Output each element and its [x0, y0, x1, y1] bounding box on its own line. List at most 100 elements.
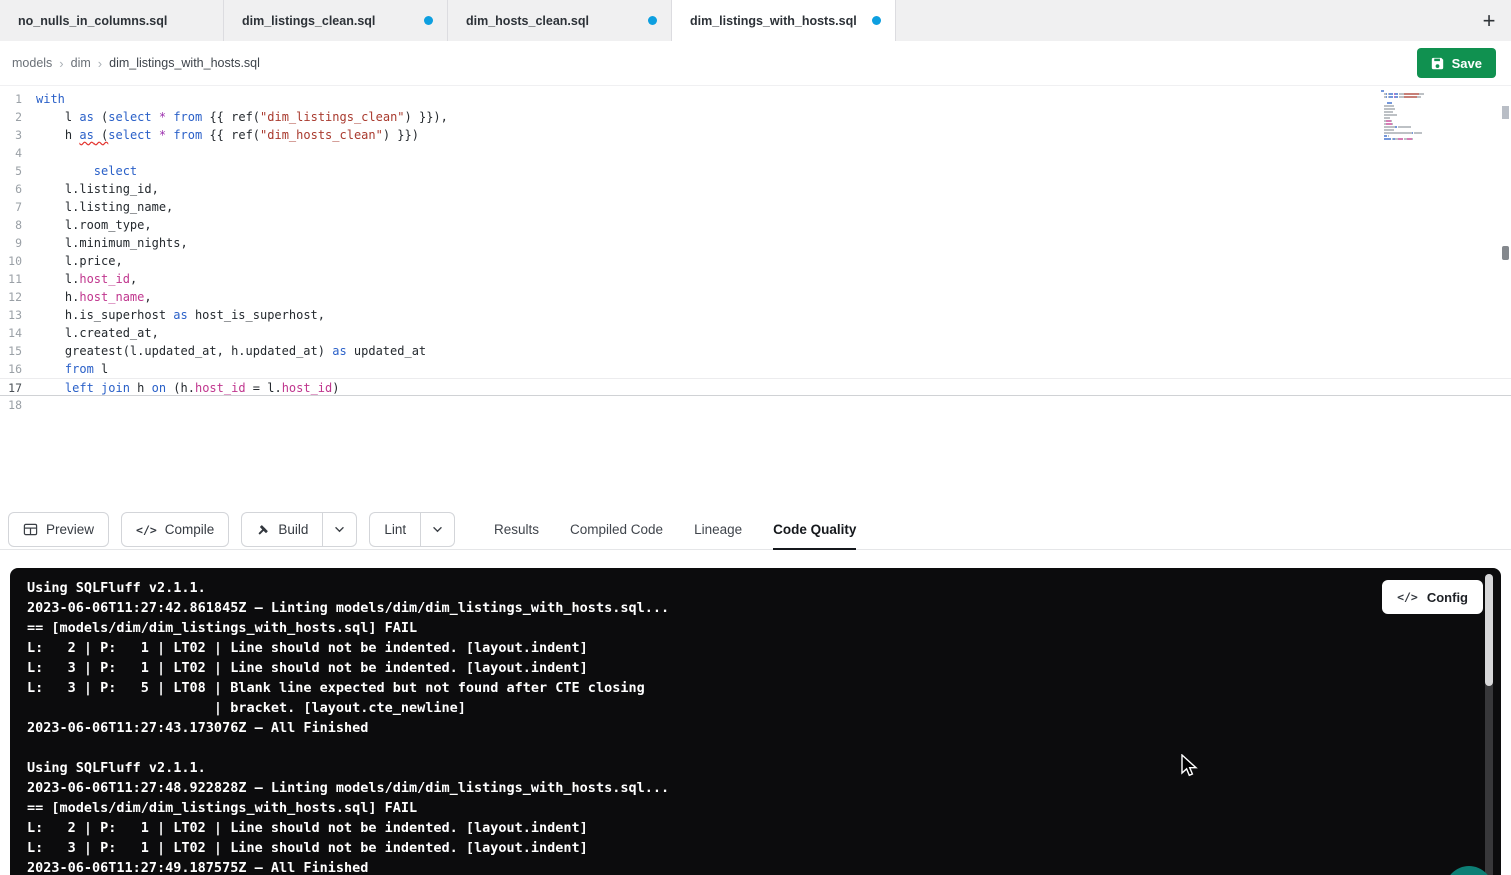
- code-line[interactable]: 11 l.host_id,: [0, 270, 1511, 288]
- terminal-scrollbar[interactable]: [1485, 574, 1493, 875]
- tab-code-quality[interactable]: Code Quality: [773, 510, 856, 550]
- preview-button[interactable]: Preview: [8, 512, 109, 547]
- line-number: 15: [0, 342, 36, 360]
- code-line[interactable]: 4: [0, 144, 1511, 162]
- minimap-line: [1381, 138, 1453, 140]
- compile-button[interactable]: </> Compile: [121, 512, 229, 547]
- terminal-line: 2023-06-06T11:27:48.922828Z — Linting mo…: [27, 778, 1457, 798]
- terminal-line: == [models/dim/dim_listings_with_hosts.s…: [27, 798, 1457, 818]
- save-button[interactable]: Save: [1417, 48, 1496, 78]
- toolbar-buttons: Preview </> Compile Build: [8, 512, 455, 547]
- code-line[interactable]: 17 left join h on (h.host_id = l.host_id…: [0, 378, 1511, 396]
- minimap-line: [1381, 102, 1453, 104]
- config-button-label: Config: [1427, 590, 1468, 605]
- code-text: greatest(l.updated_at, h.updated_at) as …: [36, 342, 426, 360]
- lint-dropdown-button[interactable]: [420, 512, 455, 547]
- code-line[interactable]: 7 l.listing_name,: [0, 198, 1511, 216]
- code-text: left join h on (h.host_id = l.host_id): [36, 379, 340, 395]
- code-line[interactable]: 5 select: [0, 162, 1511, 180]
- tab-compiled-code[interactable]: Compiled Code: [570, 510, 663, 550]
- line-number: 7: [0, 198, 36, 216]
- line-number: 17: [0, 379, 36, 395]
- line-number: 9: [0, 234, 36, 252]
- code-line[interactable]: 9 l.minimum_nights,: [0, 234, 1511, 252]
- editor-scrollbar[interactable]: [1502, 86, 1510, 510]
- new-tab-button[interactable]: +: [1467, 0, 1511, 41]
- lint-button[interactable]: Lint: [369, 512, 420, 547]
- chevron-down-icon: [432, 526, 443, 533]
- terminal-line: 2023-06-06T11:27:43.173076Z — All Finish…: [27, 718, 1457, 738]
- breadcrumb-item[interactable]: dim: [71, 56, 91, 70]
- chevron-down-icon: [334, 526, 345, 533]
- minimap-line: [1381, 123, 1453, 125]
- unsaved-dot-icon: [424, 16, 433, 25]
- breadcrumb-separator-icon: ›: [98, 56, 102, 71]
- minimap-line: [1381, 126, 1453, 128]
- tab-label: dim_listings_clean.sql: [242, 14, 375, 28]
- preview-button-label: Preview: [46, 522, 94, 537]
- code-text: l.minimum_nights,: [36, 234, 188, 252]
- minimap[interactable]: [1381, 90, 1453, 144]
- terminal-line: Using SQLFluff v2.1.1.: [27, 578, 1457, 598]
- code-line[interactable]: 16 from l: [0, 360, 1511, 378]
- code-text: with: [36, 90, 65, 108]
- code-line[interactable]: 2 l as (select * from {{ ref("dim_listin…: [0, 108, 1511, 126]
- minimap-line: [1381, 129, 1453, 131]
- tab-label: dim_hosts_clean.sql: [466, 14, 589, 28]
- code-line[interactable]: 3 h as (select * from {{ ref("dim_hosts_…: [0, 126, 1511, 144]
- breadcrumb-item[interactable]: models: [12, 56, 52, 70]
- editor-tab[interactable]: dim_listings_clean.sql: [224, 0, 448, 41]
- terminal-scrollbar-thumb[interactable]: [1485, 574, 1493, 686]
- code-editor[interactable]: 1with2 l as (select * from {{ ref("dim_l…: [0, 86, 1511, 510]
- breadcrumb-item[interactable]: dim_listings_with_hosts.sql: [109, 56, 260, 70]
- code-line[interactable]: 13 h.is_superhost as host_is_superhost,: [0, 306, 1511, 324]
- code-text: l.price,: [36, 252, 123, 270]
- code-text: l.listing_name,: [36, 198, 173, 216]
- line-number: 8: [0, 216, 36, 234]
- terminal-panel: Using SQLFluff v2.1.1. 2023-06-06T11:27:4…: [10, 568, 1501, 875]
- editor-tab[interactable]: dim_hosts_clean.sql: [448, 0, 672, 41]
- code-line[interactable]: 12 h.host_name,: [0, 288, 1511, 306]
- minimap-line: [1381, 99, 1453, 101]
- build-dropdown-button[interactable]: [322, 512, 357, 547]
- code-line[interactable]: 1with: [0, 90, 1511, 108]
- compile-icon: </>: [136, 523, 157, 537]
- build-button-group: Build: [241, 512, 357, 547]
- terminal-line: L: 3 | P: 1 | LT02 | Line should not be …: [27, 658, 1457, 678]
- code-line[interactable]: 18: [0, 396, 1511, 414]
- editor-tab[interactable]: no_nulls_in_columns.sql: [0, 0, 224, 41]
- tab-lineage[interactable]: Lineage: [694, 510, 742, 550]
- build-button[interactable]: Build: [241, 512, 322, 547]
- minimap-line: [1381, 132, 1453, 134]
- code-line[interactable]: 15 greatest(l.updated_at, h.updated_at) …: [0, 342, 1511, 360]
- tab-results[interactable]: Results: [494, 510, 539, 550]
- code-line[interactable]: 14 l.created_at,: [0, 324, 1511, 342]
- scrollbar-thumb[interactable]: [1502, 246, 1509, 260]
- terminal-line: L: 2 | P: 1 | LT02 | Line should not be …: [27, 818, 1457, 838]
- code-line[interactable]: 6 l.listing_id,: [0, 180, 1511, 198]
- line-number: 12: [0, 288, 36, 306]
- code-line[interactable]: 10 l.price,: [0, 252, 1511, 270]
- minimap-line: [1381, 111, 1453, 113]
- minimap-line: [1381, 93, 1453, 95]
- minimap-line: [1381, 96, 1453, 98]
- code-line[interactable]: 8 l.room_type,: [0, 216, 1511, 234]
- unsaved-dot-icon: [648, 16, 657, 25]
- minimap-line: [1381, 108, 1453, 110]
- line-number: 18: [0, 396, 36, 414]
- line-number: 10: [0, 252, 36, 270]
- minimap-line: [1381, 135, 1453, 137]
- config-button[interactable]: </> Config: [1382, 580, 1483, 614]
- minimap-line: [1381, 117, 1453, 119]
- minimap-line: [1381, 90, 1453, 92]
- minimap-line: [1381, 114, 1453, 116]
- terminal-line: L: 3 | P: 5 | LT08 | Blank line expected…: [27, 678, 1457, 698]
- result-tabs: Results Compiled Code Lineage Code Quality: [494, 510, 856, 550]
- code-lines: 1with2 l as (select * from {{ ref("dim_l…: [0, 90, 1511, 414]
- dbt-ide-window: no_nulls_in_columns.sql dim_listings_clea…: [0, 0, 1511, 875]
- action-toolbar: Preview </> Compile Build: [0, 510, 1511, 550]
- tab-label: dim_listings_with_hosts.sql: [690, 14, 857, 28]
- minimap-line: [1381, 120, 1453, 122]
- editor-tab[interactable]: dim_listings_with_hosts.sql: [672, 0, 896, 41]
- terminal-line: L: 3 | P: 1 | LT02 | Line should not be …: [27, 838, 1457, 858]
